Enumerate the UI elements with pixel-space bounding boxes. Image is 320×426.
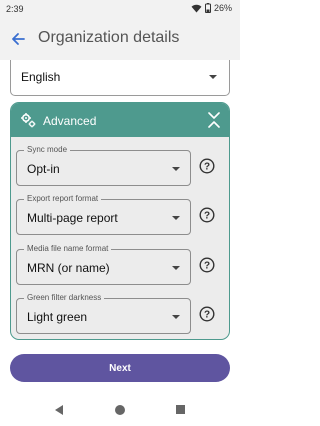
- dropdown-arrow-icon: [172, 266, 180, 270]
- dropdown-arrow-icon: [209, 75, 217, 79]
- nav-back-icon[interactable]: [55, 405, 63, 415]
- gear-icon: [21, 113, 36, 128]
- help-icon[interactable]: ?: [199, 207, 215, 223]
- help-icon[interactable]: ?: [199, 158, 215, 174]
- dropdown-arrow-icon: [172, 167, 180, 171]
- sync-mode-select[interactable]: Sync mode Opt-in: [16, 145, 191, 186]
- system-nav-bar: [0, 394, 240, 426]
- wifi-icon: [191, 4, 202, 13]
- green-filter-darkness-value: Light green: [27, 310, 88, 324]
- export-report-format-label: Export report format: [24, 194, 102, 204]
- advanced-title: Advanced: [43, 114, 97, 128]
- media-file-name-format-label: Media file name format: [24, 244, 112, 254]
- back-arrow-icon: [12, 33, 25, 45]
- battery-icon: [204, 3, 211, 13]
- media-file-name-format-value: MRN (or name): [27, 261, 110, 275]
- export-report-format-value: Multi-page report: [27, 211, 118, 225]
- status-icons: 26%: [191, 3, 232, 13]
- battery-percent: 26%: [213, 3, 232, 13]
- dropdown-arrow-icon: [172, 216, 180, 220]
- sync-mode-label: Sync mode: [24, 145, 71, 155]
- svg-text:?: ?: [204, 162, 210, 173]
- svg-text:?: ?: [204, 211, 210, 222]
- nav-home-icon[interactable]: [115, 405, 125, 415]
- export-report-format-select[interactable]: Export report format Multi-page report: [16, 194, 191, 235]
- back-button[interactable]: [8, 29, 28, 49]
- status-time: 2:39: [6, 4, 24, 14]
- sync-mode-value: Opt-in: [27, 162, 60, 176]
- status-bar: 2:39 26%: [0, 0, 240, 18]
- chevron-collapse-icon[interactable]: [207, 111, 221, 129]
- language-select-value: English: [21, 70, 61, 84]
- green-filter-darkness-select[interactable]: Green filter darkness Light green: [16, 293, 191, 334]
- svg-text:?: ?: [204, 310, 210, 321]
- page-title: Organization details: [38, 29, 180, 46]
- green-filter-darkness-label: Green filter darkness: [24, 293, 105, 303]
- help-icon[interactable]: ?: [199, 257, 215, 273]
- dropdown-arrow-icon: [172, 315, 180, 319]
- media-file-name-format-select[interactable]: Media file name format MRN (or name): [16, 244, 191, 285]
- advanced-section: Advanced Sync mode Opt-in ? Export repor…: [10, 102, 230, 340]
- svg-text:?: ?: [204, 261, 210, 272]
- language-select[interactable]: English: [10, 60, 230, 96]
- next-button[interactable]: Next: [10, 354, 230, 382]
- app-bar: Organization details: [0, 18, 240, 60]
- help-icon[interactable]: ?: [199, 306, 215, 322]
- nav-recents-icon[interactable]: [176, 405, 185, 414]
- advanced-header[interactable]: Advanced: [11, 103, 229, 137]
